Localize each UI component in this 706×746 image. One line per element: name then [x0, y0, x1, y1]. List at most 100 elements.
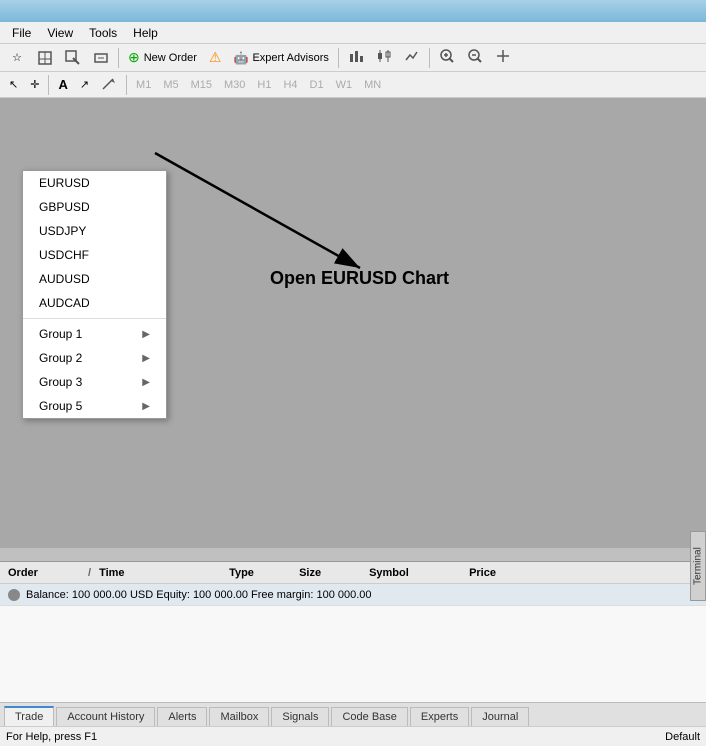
profile-icon — [93, 50, 109, 66]
draw-icon — [101, 75, 117, 94]
text-button[interactable]: A — [53, 74, 72, 96]
tab-account-history[interactable]: Account History — [56, 707, 155, 726]
col-size: Size — [299, 567, 369, 579]
tf-label-m1[interactable]: M1 — [131, 77, 156, 93]
toolbar2: ↖ ✛ A ↗ M1 M5 M15 M30 H1 H4 D1 W1 MN — [0, 72, 706, 98]
dropdown-group5[interactable]: Group 5 ▶ — [23, 394, 166, 418]
bar-chart-icon — [348, 48, 364, 67]
status-bar: For Help, press F1 Default — [0, 726, 706, 746]
balance-icon — [8, 589, 20, 601]
separator1 — [118, 48, 119, 68]
zoom-icon — [65, 50, 81, 66]
column-headers: Order / Time Type Size Symbol Price — [0, 562, 706, 584]
col-symbol: Symbol — [369, 567, 469, 579]
warning-button[interactable]: ⚠ — [204, 47, 227, 69]
status-help: For Help, press F1 — [6, 731, 97, 743]
col-order: Order — [8, 567, 88, 579]
crosshair-icon: ✛ — [30, 78, 39, 91]
col-type: Type — [229, 567, 299, 579]
tab-trade[interactable]: Trade — [4, 706, 54, 726]
menu-tools[interactable]: Tools — [81, 24, 125, 42]
chart-area: Open EURUSD Chart EURUSD GBPUSD USDJPY U… — [0, 98, 706, 548]
annotation-text: Open EURUSD Chart — [270, 268, 449, 289]
arrow-draw-icon: ↗ — [80, 78, 89, 91]
dropdown-audcad[interactable]: AUDCAD — [23, 291, 166, 315]
tf-label-w1[interactable]: W1 — [331, 77, 358, 93]
status-default: Default — [665, 731, 700, 743]
terminal-label[interactable]: Terminal — [690, 531, 706, 601]
toolbar: ☆ ⊕ New Order ⚠ 🤖 Expert Advisors — [0, 44, 706, 72]
new-order-label: New Order — [144, 52, 197, 64]
menu-help[interactable]: Help — [125, 24, 166, 42]
separator5 — [126, 75, 127, 95]
tf-label-h4[interactable]: H4 — [278, 77, 302, 93]
balance-row: Balance: 100 000.00 USD Equity: 100 000.… — [0, 584, 706, 606]
candlestick-button[interactable] — [371, 47, 397, 69]
new-order-button[interactable]: ⊕ New Order — [123, 47, 202, 69]
menu-view[interactable]: View — [39, 24, 81, 42]
profile-button[interactable] — [88, 47, 114, 69]
arrow-draw-button[interactable]: ↗ — [75, 74, 94, 96]
dropdown-group1[interactable]: Group 1 ▶ — [23, 322, 166, 346]
tf-label-h1[interactable]: H1 — [252, 77, 276, 93]
dropdown-usdjpy[interactable]: USDJPY — [23, 219, 166, 243]
favorites-button[interactable]: ☆ — [4, 47, 30, 69]
dropdown-sep — [23, 318, 166, 319]
separator4 — [48, 75, 49, 95]
col-price: Price — [469, 567, 549, 579]
text-icon: A — [58, 77, 67, 92]
tab-journal[interactable]: Journal — [471, 707, 529, 726]
dropdown-group2[interactable]: Group 2 ▶ — [23, 346, 166, 370]
dropdown-eurusd[interactable]: EURUSD — [23, 171, 166, 195]
new-order-icon: ⊕ — [128, 49, 140, 66]
bottom-tabs: Trade Account History Alerts Mailbox Sig… — [0, 702, 706, 726]
draw-button[interactable] — [96, 74, 122, 96]
expert-advisors-label: Expert Advisors — [252, 52, 328, 64]
new-chart-icon — [37, 50, 53, 66]
dropdown-audusd[interactable]: AUDUSD — [23, 267, 166, 291]
zoom-button[interactable] — [60, 47, 86, 69]
col-time: Time — [99, 567, 229, 579]
star-icon: ☆ — [9, 50, 25, 66]
tf-label-d1[interactable]: D1 — [305, 77, 329, 93]
new-chart-button[interactable] — [32, 47, 58, 69]
bottom-panel: Order / Time Type Size Symbol Price Bala… — [0, 561, 706, 726]
zoom-in-icon — [439, 48, 455, 67]
scroll-icon — [495, 48, 511, 67]
zoom-in-button[interactable] — [434, 47, 460, 69]
dropdown-group3[interactable]: Group 3 ▶ — [23, 370, 166, 394]
dropdown-menu: EURUSD GBPUSD USDJPY USDCHF AUDUSD AUDCA… — [22, 170, 167, 419]
tab-mailbox[interactable]: Mailbox — [209, 707, 269, 726]
group2-arrow: ▶ — [142, 353, 150, 364]
expert-advisors-button[interactable]: 🤖 Expert Advisors — [228, 47, 333, 69]
tf-label-mn[interactable]: MN — [359, 77, 386, 93]
line-chart-icon — [404, 48, 420, 67]
tab-alerts[interactable]: Alerts — [157, 707, 207, 726]
crosshair-button[interactable]: ✛ — [25, 74, 44, 96]
title-bar — [0, 0, 706, 22]
tab-signals[interactable]: Signals — [271, 707, 329, 726]
menu-file[interactable]: File — [4, 24, 39, 42]
bottom-content — [0, 606, 706, 702]
group5-arrow: ▶ — [142, 401, 150, 412]
dropdown-gbpusd[interactable]: GBPUSD — [23, 195, 166, 219]
separator2 — [338, 48, 339, 68]
menu-bar: File View Tools Help — [0, 22, 706, 44]
dropdown-usdchf[interactable]: USDCHF — [23, 243, 166, 267]
col-slash: / — [88, 567, 91, 579]
group3-arrow: ▶ — [142, 377, 150, 388]
line-chart-button[interactable] — [399, 47, 425, 69]
tab-experts[interactable]: Experts — [410, 707, 469, 726]
bar-chart-button[interactable] — [343, 47, 369, 69]
zoom-out-icon — [467, 48, 483, 67]
tf-label-m15[interactable]: M15 — [186, 77, 217, 93]
group1-arrow: ▶ — [142, 329, 150, 340]
zoom-out-button[interactable] — [462, 47, 488, 69]
tab-code-base[interactable]: Code Base — [331, 707, 407, 726]
cursor-button[interactable]: ↖ — [4, 74, 23, 96]
tf-label-m5[interactable]: M5 — [158, 77, 183, 93]
candlestick-icon — [376, 48, 392, 67]
cursor-icon: ↖ — [9, 78, 18, 91]
scroll-button[interactable] — [490, 47, 516, 69]
tf-label-m30[interactable]: M30 — [219, 77, 250, 93]
